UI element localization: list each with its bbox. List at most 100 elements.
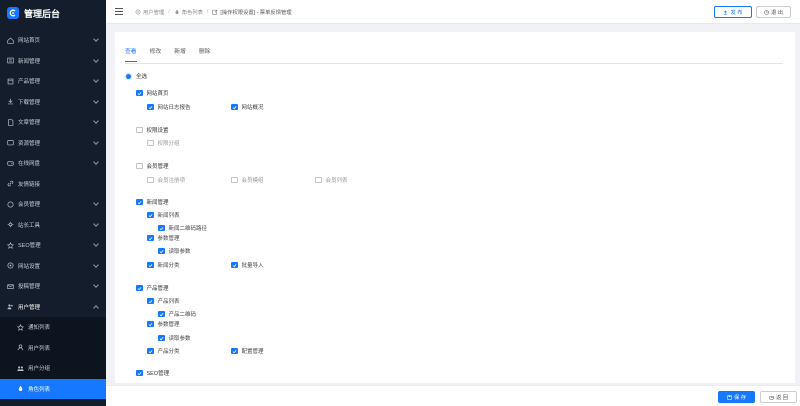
checkbox-unchecked[interactable] (231, 176, 238, 184)
sidebar-subitem-user-list[interactable]: 用户列表 (0, 338, 106, 359)
article-icon (6, 118, 14, 126)
checkbox-checked[interactable] (231, 261, 238, 269)
perm-home-log[interactable]: 网站日志报告 (147, 103, 191, 111)
checkbox-checked[interactable] (158, 224, 165, 232)
checkbox-checked[interactable] (231, 103, 238, 111)
perm-product-list[interactable]: 产品列表 (147, 297, 180, 305)
checkbox-checked[interactable] (231, 347, 238, 355)
brand-title: 管理后台 (24, 8, 61, 19)
breadcrumb-item-roles[interactable]: 角色列表 (182, 8, 203, 16)
perm-product-config[interactable]: 配置管理 (231, 347, 264, 355)
back-button[interactable]: 返 回 (760, 391, 797, 403)
perm-member-register[interactable]: 会员注册项 (147, 176, 185, 184)
sidebar-item-seo[interactable]: SEO管理 (0, 235, 106, 256)
checkbox-unchecked[interactable] (136, 126, 143, 134)
menu-toggle-icon[interactable] (115, 8, 123, 15)
perm-news-category[interactable]: 新闻分类 (147, 261, 180, 269)
sidebar-item-products[interactable]: 产品管理 (0, 71, 106, 92)
checkbox-checked[interactable] (147, 103, 154, 111)
sidebar-item-label: 用户列表 (28, 345, 51, 352)
sidebar-item-articles[interactable]: 文章管理 (0, 112, 106, 133)
chevron-down-icon (93, 282, 99, 288)
tab-delete[interactable]: 删除 (199, 46, 211, 62)
tab-add[interactable]: 新增 (174, 46, 186, 62)
perm-label: 新闻二维码路径 (168, 226, 208, 232)
checkbox-checked[interactable] (147, 211, 154, 219)
breadcrumb-separator: / (206, 8, 209, 15)
perm-label: 新闻管理 (146, 200, 169, 206)
perm-product-category[interactable]: 产品分类 (147, 347, 180, 355)
checkbox-unchecked[interactable] (136, 162, 143, 170)
checkbox-unchecked[interactable] (147, 139, 154, 147)
perm-news-import[interactable]: 批量导入 (231, 261, 264, 269)
perm-product-read-params[interactable]: 读取参数 (158, 334, 191, 342)
checkbox-checked[interactable] (147, 261, 154, 269)
checkbox-checked[interactable] (136, 284, 143, 292)
sidebar-item-home[interactable]: 网站首页 (0, 30, 106, 51)
sidebar-item-label: 用户分组 (28, 366, 51, 373)
sidebar-item-users[interactable]: 用户管理 (0, 297, 106, 318)
sidebar-item-news[interactable]: 新闻管理 (0, 51, 106, 72)
checkbox-checked[interactable] (147, 234, 154, 242)
sidebar-subitem-notifications[interactable]: 通知列表 (0, 317, 106, 338)
checkbox-checked[interactable] (136, 369, 143, 377)
perm-group-seo[interactable]: SEO管理 (136, 369, 169, 377)
tab-view[interactable]: 查看 (125, 46, 137, 62)
sidebar-item-tools[interactable]: 站长工具 (0, 215, 106, 236)
perm-label: 权限分组 (157, 141, 180, 147)
perm-member-modules[interactable]: 会员模组 (231, 176, 264, 184)
sidebar-item-label: 友情链接 (18, 181, 41, 188)
breadcrumb-item-users[interactable]: 用户管理 (143, 8, 164, 16)
perm-product-qr[interactable]: 产品二维码 (158, 310, 196, 318)
select-all-radio[interactable] (126, 73, 131, 79)
checkbox-unchecked[interactable] (147, 176, 154, 184)
checkbox-checked[interactable] (158, 247, 165, 255)
perm-group-home[interactable]: 网站首页 (136, 89, 169, 97)
sidebar-item-label: 新闻管理 (18, 58, 41, 65)
sidebar-item-members[interactable]: 会员管理 (0, 194, 106, 215)
perm-news-read-params[interactable]: 读取参数 (158, 247, 191, 255)
sidebar-item-submissions[interactable]: 投稿管理 (0, 276, 106, 297)
sidebar-item-disk[interactable]: 在线网盘 (0, 153, 106, 174)
perm-label: 会员注册项 (157, 178, 186, 184)
perm-news-list[interactable]: 新闻列表 (147, 211, 180, 219)
seo-icon (6, 241, 14, 249)
resource-icon (6, 139, 14, 147)
sidebar-subitem-user-groups[interactable]: 用户分组 (0, 358, 106, 379)
save-button[interactable]: 保 存 (718, 391, 755, 403)
sidebar-item-links[interactable]: 友情链接 (0, 174, 106, 195)
sidebar-item-resources[interactable]: 资源管理 (0, 133, 106, 154)
tools-icon (6, 221, 14, 229)
perm-news-params[interactable]: 参数管理 (147, 234, 180, 242)
perm-group-news[interactable]: 新闻管理 (136, 198, 169, 206)
sidebar-subitem-role-list[interactable]: 角色列表 (0, 378, 106, 399)
perm-group-permissions[interactable]: 权限设置 (136, 126, 169, 134)
sidebar-item-site-settings[interactable]: 网站设置 (0, 256, 106, 277)
chevron-down-icon (93, 138, 99, 145)
perm-news-qr[interactable]: 新闻二维码路径 (158, 224, 207, 232)
checkbox-checked[interactable] (158, 310, 165, 318)
perm-home-overview[interactable]: 网站概况 (231, 103, 264, 111)
sidebar-item-label: SEO管理 (18, 243, 41, 250)
select-all-option[interactable]: 全选 (126, 72, 147, 80)
publish-button[interactable]: 发 布 (714, 6, 752, 18)
brand[interactable]: 管理后台 (0, 0, 106, 26)
role-icon (174, 9, 180, 15)
checkbox-unchecked[interactable] (315, 176, 322, 184)
checkbox-checked[interactable] (136, 198, 143, 206)
checkbox-checked[interactable] (136, 89, 143, 97)
sidebar-item-downloads[interactable]: 下载管理 (0, 92, 106, 113)
checkbox-checked[interactable] (147, 297, 154, 305)
perm-product-params[interactable]: 参数管理 (147, 320, 180, 328)
checkbox-checked[interactable] (158, 334, 165, 342)
chevron-up-icon (93, 304, 99, 311)
tab-edit[interactable]: 修改 (150, 46, 162, 62)
perm-member-list[interactable]: 会员列表 (315, 176, 348, 184)
perm-group-products[interactable]: 产品管理 (136, 284, 169, 292)
logout-button[interactable]: 退 出 (756, 6, 791, 18)
perm-label: 配置管理 (241, 349, 264, 355)
checkbox-checked[interactable] (147, 347, 154, 355)
perm-permission-groups[interactable]: 权限分组 (147, 139, 180, 147)
checkbox-checked[interactable] (147, 320, 154, 328)
perm-group-members[interactable]: 会员管理 (136, 162, 169, 170)
